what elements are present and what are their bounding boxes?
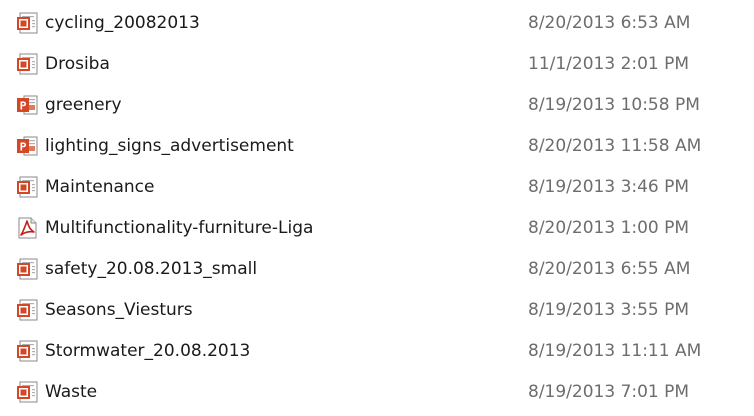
- pptx-slideshow-icon: [16, 12, 38, 34]
- pptx-slideshow-icon: [16, 340, 38, 362]
- file-list: cycling_20082013 8/20/2013 6:53 AM Drosi…: [0, 0, 754, 416]
- powerpoint-icon: [16, 94, 38, 116]
- file-name: Waste: [45, 382, 98, 402]
- pptx-slideshow-icon: [16, 53, 38, 75]
- file-date: 8/20/2013 1:00 PM: [528, 218, 690, 238]
- file-date: 8/20/2013 6:53 AM: [528, 13, 691, 33]
- file-row[interactable]: Drosiba 11/1/2013 2:01 PM: [0, 44, 754, 85]
- file-date: 8/19/2013 10:58 PM: [528, 95, 700, 115]
- file-name: Seasons_Viesturs: [45, 300, 193, 320]
- file-date: 8/20/2013 6:55 AM: [528, 259, 691, 279]
- powerpoint-icon: [16, 135, 38, 157]
- file-row[interactable]: safety_20.08.2013_small 8/20/2013 6:55 A…: [0, 249, 754, 290]
- file-row[interactable]: Seasons_Viesturs 8/19/2013 3:55 PM: [0, 290, 754, 331]
- file-date: 8/19/2013 7:01 PM: [528, 382, 690, 402]
- file-row[interactable]: greenery 8/19/2013 10:58 PM: [0, 85, 754, 126]
- file-name: greenery: [45, 95, 122, 115]
- file-date: 8/19/2013 3:55 PM: [528, 300, 690, 320]
- pptx-slideshow-icon: [16, 299, 38, 321]
- file-row[interactable]: cycling_20082013 8/20/2013 6:53 AM: [0, 3, 754, 44]
- file-name: Drosiba: [45, 54, 110, 74]
- file-row[interactable]: Maintenance 8/19/2013 3:46 PM: [0, 167, 754, 208]
- file-row[interactable]: Stormwater_20.08.2013 8/19/2013 11:11 AM: [0, 331, 754, 372]
- file-name: lighting_signs_advertisement: [45, 136, 294, 156]
- file-row[interactable]: Waste 8/19/2013 7:01 PM: [0, 372, 754, 413]
- file-row[interactable]: lighting_signs_advertisement 8/20/2013 1…: [0, 126, 754, 167]
- file-date: 8/20/2013 11:58 AM: [528, 136, 702, 156]
- pdf-icon: [16, 217, 38, 239]
- file-date: 11/1/2013 2:01 PM: [528, 54, 690, 74]
- file-name: Stormwater_20.08.2013: [45, 341, 251, 361]
- file-name: cycling_20082013: [45, 13, 200, 33]
- file-name: safety_20.08.2013_small: [45, 259, 258, 279]
- pptx-slideshow-icon: [16, 258, 38, 280]
- file-name: Maintenance: [45, 177, 155, 197]
- pptx-slideshow-icon: [16, 381, 38, 403]
- file-date: 8/19/2013 11:11 AM: [528, 341, 702, 361]
- file-date: 8/19/2013 3:46 PM: [528, 177, 690, 197]
- file-name: Multifunctionality-furniture-Liga: [45, 218, 314, 238]
- file-row[interactable]: Multifunctionality-furniture-Liga 8/20/2…: [0, 208, 754, 249]
- pptx-slideshow-icon: [16, 176, 38, 198]
